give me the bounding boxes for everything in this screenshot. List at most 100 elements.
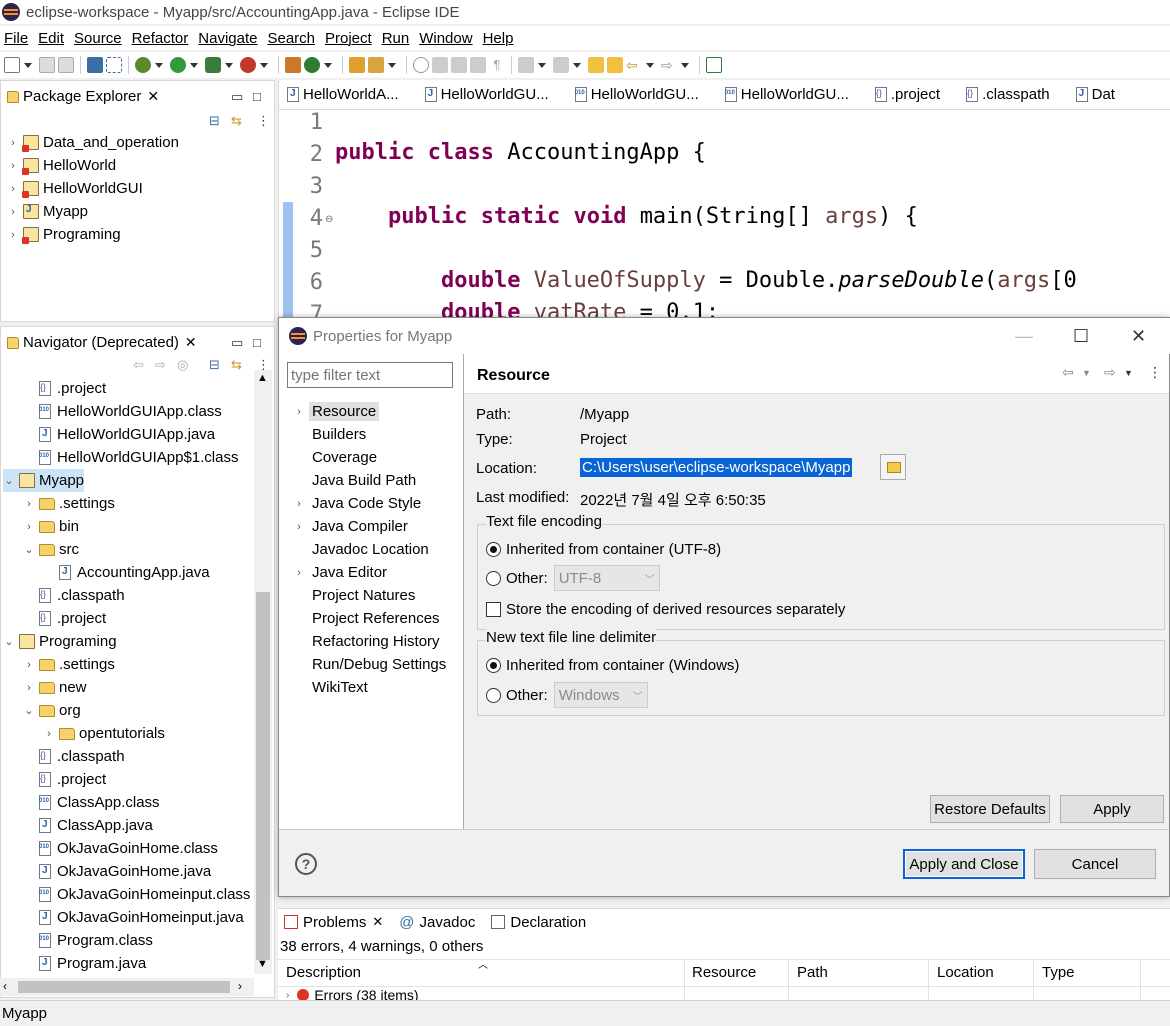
open-perspective-icon[interactable] xyxy=(706,57,722,73)
location-value[interactable]: C:\Users\user\eclipse-workspace\Myapp xyxy=(580,458,853,477)
navigator-vertical-scrollbar[interactable]: ▲ ▼ xyxy=(254,370,272,974)
tab-navigator[interactable]: Navigator (Deprecated) ✕ xyxy=(1,327,197,357)
back-dropdown-icon[interactable] xyxy=(646,62,654,68)
close-icon[interactable]: ✕ xyxy=(185,334,197,351)
view-menu-icon[interactable]: ⋮ xyxy=(1148,364,1162,381)
editor-tab[interactable]: HelloWorldA... xyxy=(287,86,399,103)
new-java-class-icon[interactable] xyxy=(304,57,320,73)
menu-navigate[interactable]: Navigate xyxy=(193,30,262,47)
tree-item[interactable]: ⌄ Myapp xyxy=(3,469,85,492)
chevron-right-icon[interactable]: › xyxy=(7,229,19,241)
java-editor[interactable]: HelloWorldA... HelloWorldGU... HelloWorldG… xyxy=(278,80,1170,320)
new-icon[interactable] xyxy=(4,57,20,73)
radio-icon[interactable] xyxy=(486,542,501,557)
previous-annotation-icon[interactable] xyxy=(553,57,569,73)
tab-declaration[interactable]: Declaration xyxy=(491,914,586,931)
close-icon[interactable]: ✕ xyxy=(1131,326,1146,347)
coverage-icon[interactable] xyxy=(205,57,221,73)
editor-tab[interactable]: HelloWorldGU... xyxy=(574,86,699,103)
link-with-editor-icon[interactable]: ⇆ xyxy=(231,357,242,373)
col-type[interactable]: Type xyxy=(1042,964,1075,981)
menu-window[interactable]: Window xyxy=(414,30,477,47)
chevron-right-icon[interactable]: › xyxy=(23,521,35,533)
editor-tab[interactable]: HelloWorldGU... xyxy=(724,86,849,103)
radio-icon[interactable] xyxy=(486,658,501,673)
chevron-right-icon[interactable]: › xyxy=(293,521,305,533)
tree-item[interactable]: › bin xyxy=(23,515,79,538)
block-selection-icon[interactable] xyxy=(470,57,486,73)
code-line-6[interactable]: double ValueOfSupply = Double.parseDoubl… xyxy=(335,268,1077,293)
chevron-down-icon[interactable]: ⌄ xyxy=(23,704,35,717)
tree-item[interactable]: › .settings xyxy=(23,492,115,515)
scrollbar-thumb[interactable] xyxy=(18,981,230,993)
skip-breakpoints-icon[interactable] xyxy=(106,57,122,73)
tree-item[interactable]: HelloWorldGUIApp.class xyxy=(23,400,222,423)
menu-edit[interactable]: Edit xyxy=(33,30,69,47)
nav-item[interactable]: Project References xyxy=(293,607,443,630)
editor-tab[interactable]: .classpath xyxy=(966,86,1050,103)
show-in-explorer-button[interactable] xyxy=(880,454,906,480)
run-icon[interactable] xyxy=(170,57,186,73)
forward-icon[interactable]: ⇨ xyxy=(1104,364,1116,381)
collapse-all-icon[interactable]: ⊟ xyxy=(209,113,220,129)
code-line-2[interactable]: public class AccountingApp { xyxy=(335,140,706,165)
chevron-right-icon[interactable]: › xyxy=(7,206,19,218)
col-path[interactable]: Path xyxy=(797,964,828,981)
radio-icon[interactable] xyxy=(486,570,501,586)
new-class-dropdown-icon[interactable] xyxy=(324,62,332,68)
run-dropdown-icon[interactable] xyxy=(190,62,198,68)
menu-help[interactable]: Help xyxy=(478,30,519,47)
nav-item[interactable]: Coverage xyxy=(293,446,380,469)
minimize-icon[interactable]: ▭ xyxy=(231,335,243,351)
toggle-mark-occurrences-icon[interactable] xyxy=(432,57,448,73)
chevron-right-icon[interactable]: › xyxy=(23,682,35,694)
tree-item[interactable]: Program.java xyxy=(23,952,146,975)
checkbox-icon[interactable] xyxy=(486,602,501,617)
save-all-icon[interactable] xyxy=(58,57,74,73)
previous-annotation-dropdown-icon[interactable] xyxy=(573,62,581,68)
nav-item[interactable]: Javadoc Location xyxy=(293,538,432,561)
scroll-left-icon[interactable]: ‹ xyxy=(3,979,7,993)
cancel-button[interactable]: Cancel xyxy=(1034,849,1156,879)
tab-package-explorer[interactable]: Package Explorer ✕ xyxy=(1,81,159,111)
nav-item[interactable]: › Resource xyxy=(293,400,380,423)
chevron-right-icon[interactable]: › xyxy=(23,498,35,510)
chevron-down-icon[interactable]: ⌄ xyxy=(3,474,15,487)
maximize-icon[interactable]: □ xyxy=(253,89,261,104)
nav-item[interactable]: › Java Compiler xyxy=(293,515,411,538)
tree-item[interactable]: OkJavaGoinHomeinput.class xyxy=(23,883,250,906)
radio-icon[interactable] xyxy=(486,687,501,703)
back-dropdown-icon[interactable]: ▼ xyxy=(1082,368,1091,378)
menu-project[interactable]: Project xyxy=(320,30,377,47)
back-icon[interactable]: ⇦ xyxy=(1062,364,1074,381)
nav-item[interactable]: Run/Debug Settings xyxy=(293,653,449,676)
tree-item[interactable]: › Data_and_operation xyxy=(7,131,179,154)
minimize-icon[interactable]: ▭ xyxy=(231,89,243,105)
filter-input[interactable] xyxy=(287,362,453,388)
encoding-inherited-radio[interactable]: Inherited from container (UTF-8) xyxy=(486,541,721,558)
fold-icon[interactable]: ⊖ xyxy=(325,214,333,225)
store-encoding-checkbox[interactable]: Store the encoding of derived resources … xyxy=(486,601,845,618)
search-icon[interactable] xyxy=(413,57,429,73)
forward-icon[interactable]: ⇨ xyxy=(155,357,166,373)
view-menu-icon[interactable]: ⋮ xyxy=(257,113,270,129)
tree-item[interactable]: .project xyxy=(23,768,106,791)
nav-item[interactable]: › Java Editor xyxy=(293,561,390,584)
close-icon[interactable]: ✕ xyxy=(372,914,383,930)
open-task-icon[interactable] xyxy=(368,57,384,73)
tree-item[interactable]: › HelloWorld xyxy=(7,154,116,177)
tree-item[interactable]: › Myapp xyxy=(7,200,88,223)
tree-item[interactable]: ⌄ Programing xyxy=(3,630,116,653)
menu-file[interactable]: File xyxy=(0,30,33,47)
tree-item[interactable]: HelloWorldGUIApp.java xyxy=(23,423,215,446)
scroll-right-icon[interactable]: › xyxy=(238,979,242,993)
help-icon[interactable]: ? xyxy=(295,853,317,875)
debug-dropdown-icon[interactable] xyxy=(155,62,163,68)
maximize-icon[interactable]: □ xyxy=(253,335,261,350)
menu-run[interactable]: Run xyxy=(377,30,415,47)
external-tools-dropdown-icon[interactable] xyxy=(260,62,268,68)
close-icon[interactable]: ✕ xyxy=(147,88,159,105)
tree-item[interactable]: ⌄ src xyxy=(23,538,79,561)
navigator-horizontal-scrollbar[interactable]: ‹ › xyxy=(0,978,254,996)
editor-tab[interactable]: HelloWorldGU... xyxy=(424,86,549,103)
